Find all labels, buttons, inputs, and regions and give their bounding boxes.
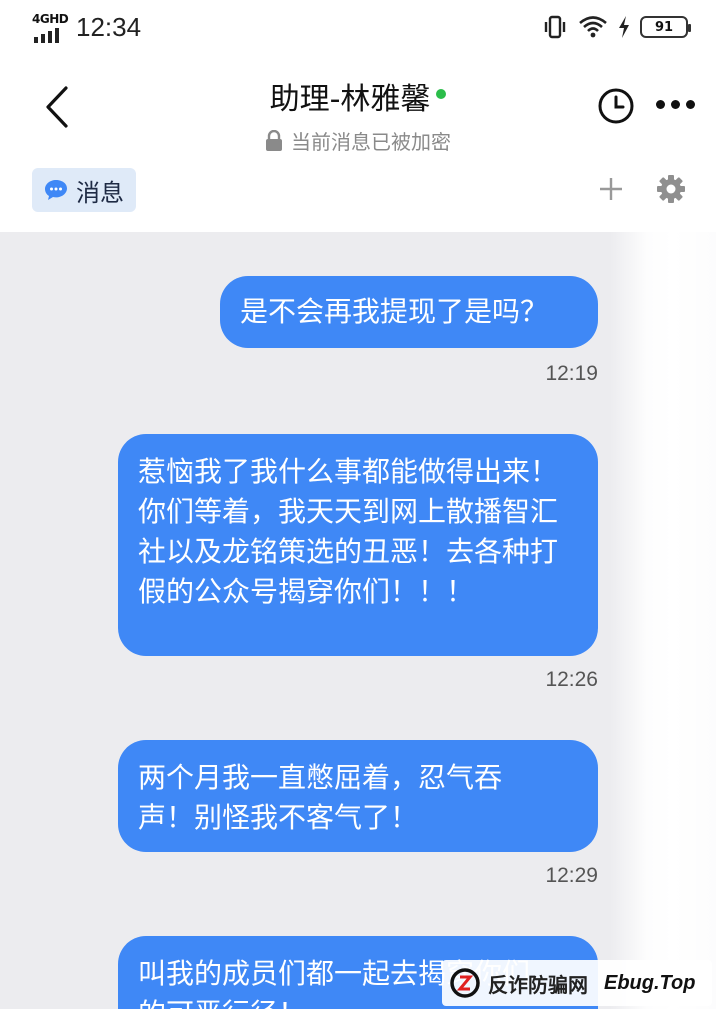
contact-name: 助理-林雅馨 — [269, 82, 431, 117]
message-time: 12:26 — [545, 668, 598, 691]
network-type: 4GHD — [32, 12, 69, 26]
history-clock-icon[interactable] — [596, 86, 636, 126]
chat-messages-area[interactable]: 是不会再我提现了是吗？ 12:19 惹恼我了我什么事都能做得出来！你们等着，我天… — [0, 232, 716, 1009]
chat-header: 助理-林雅馨 当前消息已被加密 — [0, 62, 716, 154]
system-icons: 91 — [542, 14, 691, 40]
battery-icon: 91 — [640, 16, 691, 38]
watermark-site-name: 反诈防骗网 — [488, 972, 588, 997]
tab-messages[interactable]: 消息 — [32, 168, 136, 212]
message-bubble[interactable]: 两个月我一直憋屈着，忍气吞声！别怪我不客气了！ — [118, 740, 598, 852]
site-logo-icon — [450, 968, 480, 998]
charging-icon — [619, 16, 629, 38]
status-time: 12:34 — [76, 12, 142, 42]
tab-bar: 消息 — [0, 154, 716, 232]
online-status-dot — [436, 89, 447, 99]
add-icon[interactable] — [596, 174, 626, 204]
message-bubble[interactable]: 是不会再我提现了是吗？ — [220, 276, 598, 348]
message-bubble[interactable]: 惹恼我了我什么事都能做得出来！你们等着，我天天到网上散播智汇社以及龙铭策选的丑恶… — [118, 434, 598, 656]
chat-bubble-icon — [45, 180, 67, 200]
vibrate-icon — [544, 15, 566, 39]
watermark-domain: Ebug.Top — [604, 971, 696, 994]
lock-icon — [266, 129, 282, 151]
redaction-smear — [610, 232, 716, 1009]
more-options-icon[interactable] — [656, 100, 695, 109]
network-signal-icon: 4GHD — [32, 12, 69, 43]
wifi-icon — [579, 16, 607, 38]
tab-messages-label: 消息 — [76, 178, 124, 207]
encryption-notice: 当前消息已被加密 — [291, 130, 451, 154]
settings-gear-icon[interactable] — [655, 173, 687, 205]
status-bar: 4GHD 12:34 91 — [0, 0, 716, 62]
battery-level: 91 — [654, 19, 674, 35]
message-time: 12:19 — [545, 362, 598, 385]
watermark: 反诈防骗网 Ebug.Top — [442, 960, 712, 1006]
message-time: 12:29 — [545, 864, 598, 887]
